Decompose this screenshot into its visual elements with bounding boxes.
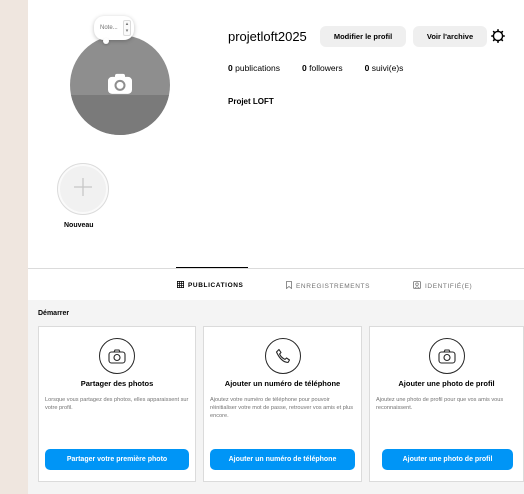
- avatar[interactable]: [70, 35, 170, 135]
- view-archive-button[interactable]: Voir l'archive: [413, 26, 487, 47]
- stat-following[interactable]: 0 suivi(e)s: [365, 63, 404, 73]
- gear-icon[interactable]: [491, 29, 505, 43]
- add-phone-button[interactable]: Ajouter un numéro de téléphone: [210, 449, 355, 470]
- camera-icon: [428, 338, 465, 374]
- plus-icon: [72, 176, 94, 203]
- card-share-photos: Partager des photos Lorsque vous partage…: [38, 326, 196, 482]
- card-description: Ajoutez votre numéro de téléphone pour p…: [210, 397, 354, 419]
- username: projetloft2025: [228, 29, 307, 44]
- stat-followers[interactable]: 0 followers: [302, 63, 343, 73]
- grid-icon: [177, 281, 184, 290]
- card-title: Ajouter une photo de profil: [398, 379, 495, 388]
- avatar-shade: [70, 95, 170, 135]
- card-description: Lorsque vous partagez des photos, elles …: [45, 397, 189, 411]
- camera-icon: [99, 338, 135, 374]
- bookmark-icon: [286, 281, 292, 291]
- card-title: Partager des photos: [80, 379, 154, 388]
- add-profile-photo-button[interactable]: Ajouter une photo de profil: [382, 449, 513, 470]
- note-stepper[interactable]: ▴ ▾: [123, 20, 131, 36]
- tagged-icon: [413, 281, 421, 291]
- profile-stats: 0 publications 0 followers 0 suivi(e)s: [228, 63, 403, 73]
- phone-icon: [264, 338, 301, 374]
- card-add-profile-photo: Ajouter une photo de profil Ajoutez une …: [369, 326, 524, 482]
- active-tab-indicator: [176, 267, 248, 268]
- tab-tagged-label: IDENTIFIÉ(E): [425, 282, 473, 290]
- full-name: Projet LOFT: [228, 97, 274, 106]
- note-bubble[interactable]: Note... ▴ ▾: [94, 16, 134, 44]
- card-title: Ajouter un numéro de téléphone: [224, 379, 341, 388]
- share-first-photo-button[interactable]: Partager votre première photo: [45, 449, 189, 470]
- stat-publications: 0 publications: [228, 63, 280, 73]
- tab-tagged[interactable]: IDENTIFIÉ(E): [413, 281, 472, 291]
- camera-icon: [107, 73, 133, 100]
- tab-publications[interactable]: PUBLICATIONS: [177, 281, 243, 290]
- new-highlight-button[interactable]: [57, 163, 109, 215]
- card-description: Ajoutez une photo de profil pour que vos…: [376, 397, 504, 411]
- new-highlight-label: Nouveau: [64, 222, 94, 229]
- tab-saved[interactable]: ENREGISTREMENTS: [286, 281, 370, 291]
- tab-publications-label: PUBLICATIONS: [188, 282, 244, 289]
- card-add-phone: Ajouter un numéro de téléphone Ajoutez v…: [203, 326, 362, 482]
- edit-profile-button[interactable]: Modifier le profil: [320, 26, 406, 47]
- tab-saved-label: ENREGISTREMENTS: [296, 282, 371, 290]
- tabs-divider: [28, 268, 524, 269]
- note-placeholder: Note...: [100, 25, 118, 31]
- start-title: Démarrer: [38, 310, 70, 317]
